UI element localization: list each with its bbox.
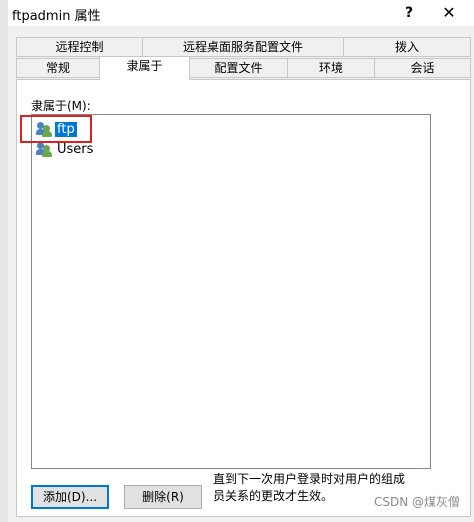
title-bar: ftpadmin 属性 ? ✕ bbox=[8, 0, 474, 26]
watermark: CSDN @煤灰僧 bbox=[373, 495, 460, 509]
list-item-ftp[interactable]: ftp bbox=[36, 120, 77, 138]
tab-environment[interactable]: 环境 bbox=[287, 58, 375, 78]
groups-listbox[interactable]: ftp Users bbox=[31, 114, 431, 469]
help-button[interactable]: ? bbox=[394, 2, 424, 24]
list-item-users[interactable]: Users bbox=[36, 140, 95, 158]
tab-member-of[interactable]: 隶属于 bbox=[99, 56, 190, 80]
add-button[interactable]: 添加(D)... bbox=[31, 485, 109, 509]
properties-dialog: 远程控制 远程桌面服务配置文件 拨入 常规 隶属于 配置文件 环境 会话 隶属于… bbox=[8, 26, 474, 522]
list-item-label: ftp bbox=[55, 121, 77, 137]
tab-general[interactable]: 常规 bbox=[16, 58, 100, 78]
tab-rds-profile[interactable]: 远程桌面服务配置文件 bbox=[142, 37, 344, 57]
group-icon bbox=[36, 141, 52, 157]
group-icon bbox=[36, 121, 52, 137]
tab-dial-in[interactable]: 拨入 bbox=[343, 37, 471, 57]
list-item-label: Users bbox=[57, 141, 94, 157]
tab-sessions[interactable]: 会话 bbox=[374, 58, 471, 78]
member-of-label: 隶属于(M): bbox=[31, 99, 91, 113]
tab-profile[interactable]: 配置文件 bbox=[189, 58, 288, 78]
tab-remote-control[interactable]: 远程控制 bbox=[16, 37, 143, 57]
window-title: ftpadmin 属性 bbox=[12, 9, 101, 24]
close-button[interactable]: ✕ bbox=[434, 2, 464, 24]
remove-button[interactable]: 删除(R) bbox=[124, 485, 202, 509]
member-of-panel: 隶属于(M): ftp Users 添加(D)... 删除(R) 直到下一次用户… bbox=[16, 79, 471, 517]
